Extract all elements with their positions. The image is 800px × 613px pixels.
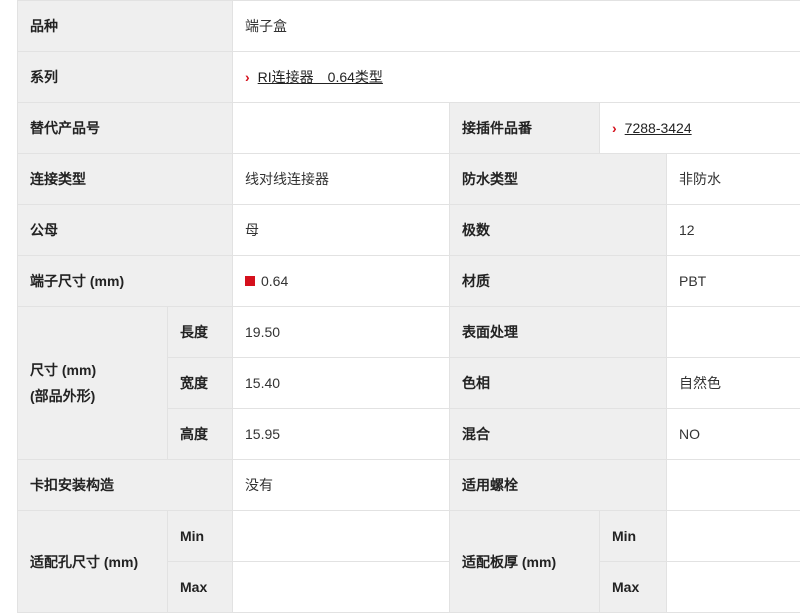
row-length: 尺寸 (mm) (部品外形) 長度 19.50 表面处理 bbox=[18, 307, 800, 358]
surface-treatment-value bbox=[667, 307, 800, 358]
clip-structure-label: 卡扣安装构造 bbox=[18, 460, 233, 511]
width-value: 15.40 bbox=[233, 358, 450, 409]
plate-max-value bbox=[667, 562, 800, 613]
terminal-size-value: 0.64 bbox=[261, 273, 288, 289]
series-link[interactable]: RI连接器 0.64类型 bbox=[258, 69, 383, 85]
row-connection: 连接类型 线对线连接器 防水类型 非防水 bbox=[18, 154, 800, 205]
mixing-label: 混合 bbox=[450, 409, 667, 460]
left-gutter bbox=[0, 0, 17, 608]
height-label: 高度 bbox=[168, 409, 233, 460]
variety-label: 品种 bbox=[18, 1, 233, 52]
bolt-value bbox=[667, 460, 800, 511]
poles-label: 极数 bbox=[450, 205, 667, 256]
hole-size-label: 适配孔尺寸 (mm) bbox=[18, 511, 168, 613]
plate-min-value bbox=[667, 511, 800, 562]
replacement-label: 替代产品号 bbox=[18, 103, 233, 154]
poles-value: 12 bbox=[667, 205, 800, 256]
chevron-right-icon: › bbox=[245, 69, 250, 85]
color-value: 自然色 bbox=[667, 358, 800, 409]
hole-max-label: Max bbox=[168, 562, 233, 613]
hole-max-value bbox=[233, 562, 450, 613]
row-variety: 品种 端子盒 bbox=[18, 1, 800, 52]
spec-table: 品种 端子盒 系列 › RI连接器 0.64类型 替代产品号 接插件品番 › 728… bbox=[17, 0, 800, 613]
row-terminal: 端子尺寸 (mm) 0.64 材质 PBT bbox=[18, 256, 800, 307]
dimensions-label: 尺寸 (mm) (部品外形) bbox=[18, 307, 168, 460]
plate-max-label: Max bbox=[600, 562, 667, 613]
red-square-icon bbox=[245, 276, 255, 286]
hole-min-value bbox=[233, 511, 450, 562]
mating-link[interactable]: 7288-3424 bbox=[625, 120, 692, 136]
row-series: 系列 › RI连接器 0.64类型 bbox=[18, 52, 800, 103]
row-gender: 公母 母 极数 12 bbox=[18, 205, 800, 256]
connection-type-label: 连接类型 bbox=[18, 154, 233, 205]
length-label: 長度 bbox=[168, 307, 233, 358]
mating-label: 接插件品番 bbox=[450, 103, 600, 154]
length-value: 19.50 bbox=[233, 307, 450, 358]
row-replacement: 替代产品号 接插件品番 › 7288-3424 bbox=[18, 103, 800, 154]
row-clip: 卡扣安装构造 没有 适用螺栓 bbox=[18, 460, 800, 511]
waterproof-type-label: 防水类型 bbox=[450, 154, 667, 205]
gender-label: 公母 bbox=[18, 205, 233, 256]
waterproof-type-value: 非防水 bbox=[667, 154, 800, 205]
dimensions-label-line1: 尺寸 (mm) bbox=[30, 357, 155, 383]
terminal-size-cell: 0.64 bbox=[233, 256, 450, 307]
series-label: 系列 bbox=[18, 52, 233, 103]
mixing-value: NO bbox=[667, 409, 800, 460]
replacement-value bbox=[233, 103, 450, 154]
height-value: 15.95 bbox=[233, 409, 450, 460]
chevron-right-icon: › bbox=[612, 120, 617, 136]
material-value: PBT bbox=[667, 256, 800, 307]
material-label: 材质 bbox=[450, 256, 667, 307]
gender-value: 母 bbox=[233, 205, 450, 256]
spec-page: 品种 端子盒 系列 › RI连接器 0.64类型 替代产品号 接插件品番 › 728… bbox=[0, 0, 800, 608]
hole-min-label: Min bbox=[168, 511, 233, 562]
series-cell: › RI连接器 0.64类型 bbox=[233, 52, 800, 103]
connection-type-value: 线对线连接器 bbox=[233, 154, 450, 205]
surface-treatment-label: 表面处理 bbox=[450, 307, 667, 358]
row-min: 适配孔尺寸 (mm) Min 适配板厚 (mm) Min bbox=[18, 511, 800, 562]
plate-min-label: Min bbox=[600, 511, 667, 562]
mating-cell: › 7288-3424 bbox=[600, 103, 800, 154]
terminal-size-label: 端子尺寸 (mm) bbox=[18, 256, 233, 307]
width-label: 宽度 bbox=[168, 358, 233, 409]
dimensions-label-line2: (部品外形) bbox=[30, 383, 155, 409]
bolt-label: 适用螺栓 bbox=[450, 460, 667, 511]
variety-value: 端子盒 bbox=[233, 1, 800, 52]
plate-thickness-label: 适配板厚 (mm) bbox=[450, 511, 600, 613]
clip-structure-value: 没有 bbox=[233, 460, 450, 511]
color-label: 色相 bbox=[450, 358, 667, 409]
